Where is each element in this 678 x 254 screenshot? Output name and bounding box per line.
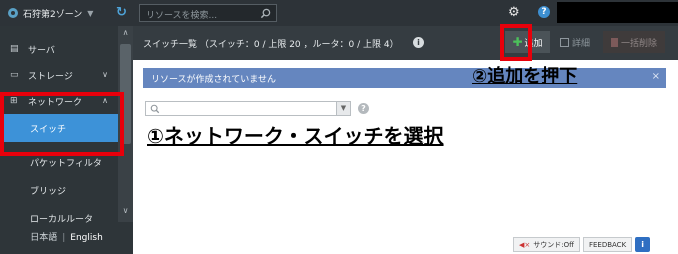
storage-icon: ▭ xyxy=(10,70,19,80)
sidebar-item-label: ストレージ xyxy=(28,71,73,82)
sidebar-item-label: ブリッジ xyxy=(30,186,67,197)
refresh-icon[interactable]: ↻ xyxy=(116,6,127,19)
top-bar: 石狩第2ゾーン ▼ ↻ リソースを検索... ⚙ ? xyxy=(0,0,678,26)
filter-help-icon[interactable]: ? xyxy=(358,103,369,114)
page-title: スイッチ一覧 （スイッチ：0 / 上限 20 ，ルータ：0 / 上限 4） xyxy=(143,40,399,50)
detail-button[interactable]: 詳細 xyxy=(560,36,590,49)
account-area[interactable] xyxy=(557,2,678,23)
detail-icon xyxy=(560,38,569,47)
resource-search-input[interactable]: リソースを検索... xyxy=(139,4,277,22)
chevron-down-icon: ∨ xyxy=(102,70,108,79)
info-icon: i xyxy=(641,240,645,249)
bulk-delete-label: 一括削除 xyxy=(620,38,657,49)
chevron-down-icon: ▼ xyxy=(87,8,94,18)
network-switch-highlight xyxy=(0,92,124,156)
sound-toggle-button[interactable]: ◀× サウンド:Off xyxy=(513,237,580,252)
language-english[interactable]: English xyxy=(70,233,103,243)
help-icon[interactable]: ? xyxy=(538,6,550,18)
main-header: スイッチ一覧 （スイッチ：0 / 上限 20 ，ルータ：0 / 上限 4） i … xyxy=(133,26,678,60)
sidebar-item-bridge[interactable]: ブリッジ xyxy=(0,176,118,204)
empty-notice: リソースが作成されていません × xyxy=(143,68,666,88)
sound-label: サウンド:Off xyxy=(533,240,574,249)
filter-dropdown-icon[interactable]: ▼ xyxy=(336,102,350,115)
language-switcher: 日本語 | English xyxy=(0,230,133,243)
sidebar-item-label: ローカルルータ xyxy=(30,214,94,225)
language-separator: | xyxy=(62,233,66,243)
zone-selector[interactable]: 石狩第2ゾーン ▼ xyxy=(8,0,93,26)
feedback-label: FEEDBACK xyxy=(588,240,627,249)
sidebar-item-server[interactable]: ▤ サーバ xyxy=(0,36,118,62)
detail-button-label: 詳細 xyxy=(572,39,591,49)
gear-icon[interactable]: ⚙ xyxy=(508,6,520,19)
sidebar-item-local-router[interactable]: ローカルルータ xyxy=(0,204,118,232)
annotation-step1: ①ネットワーク・スイッチを選択 xyxy=(147,124,444,148)
sidebar-item-label: パケットフィルタ xyxy=(30,158,102,169)
footer-bar: ◀× サウンド:Off FEEDBACK i xyxy=(510,237,651,252)
zone-label: 石狩第2ゾーン xyxy=(23,9,83,20)
trash-icon xyxy=(610,37,618,47)
info-button[interactable]: i xyxy=(635,237,651,252)
zone-globe-icon xyxy=(8,8,18,18)
sidebar-item-storage[interactable]: ▭ ストレージ ∨ xyxy=(0,62,118,88)
language-japanese[interactable]: 日本語 xyxy=(30,233,57,243)
info-icon[interactable]: i xyxy=(413,37,424,48)
speaker-mute-icon: ◀× xyxy=(519,240,531,249)
notice-text: リソースが作成されていません xyxy=(151,75,277,85)
search-icon xyxy=(150,104,160,114)
bulk-delete-button[interactable]: 一括削除 xyxy=(603,31,665,53)
filter-input[interactable]: ▼ xyxy=(145,101,351,116)
server-icon: ▤ xyxy=(10,44,19,54)
search-icon[interactable] xyxy=(260,8,271,19)
close-icon[interactable]: × xyxy=(652,71,660,82)
search-placeholder: リソースを検索... xyxy=(146,11,218,21)
add-button-highlight xyxy=(500,24,532,61)
feedback-button[interactable]: FEEDBACK xyxy=(582,237,633,252)
scroll-up-icon[interactable]: ∧ xyxy=(118,26,133,40)
sidebar-item-label: サーバ xyxy=(28,45,55,56)
annotation-step2: ②追加を押下 xyxy=(472,66,578,87)
scroll-down-icon[interactable]: ∨ xyxy=(118,204,133,218)
